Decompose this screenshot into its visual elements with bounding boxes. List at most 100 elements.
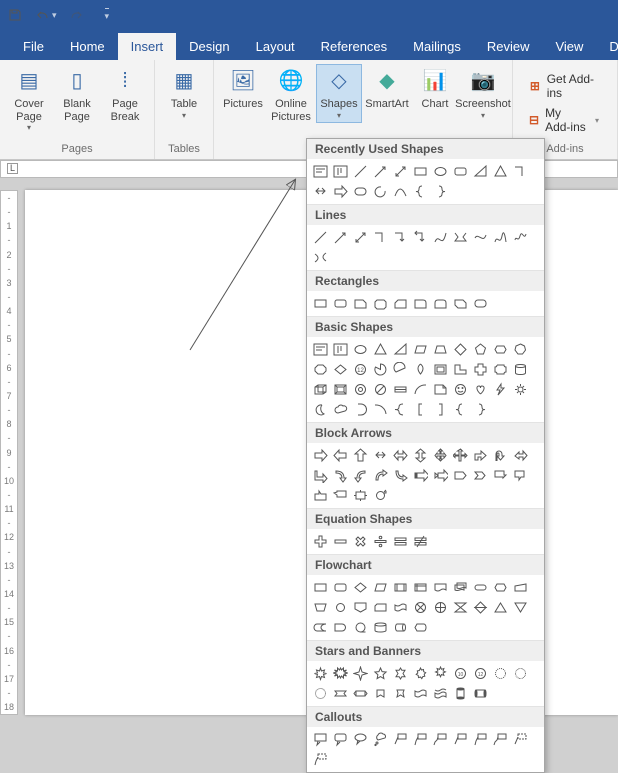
- shape-spiral[interactable]: [371, 182, 390, 201]
- shape-rect[interactable]: [411, 162, 430, 181]
- undo-icon[interactable]: ▾: [34, 8, 57, 22]
- shape-rrect[interactable]: [451, 162, 470, 181]
- shapes-button[interactable]: ◇Shapes▾: [316, 64, 362, 123]
- shape-minus[interactable]: [331, 532, 350, 551]
- shape-block[interactable]: [391, 380, 410, 399]
- shape-heart[interactable]: [471, 380, 490, 399]
- tab-file[interactable]: File: [10, 33, 57, 60]
- shape-neq[interactable]: [411, 532, 430, 551]
- shape-vscroll[interactable]: [451, 684, 470, 703]
- shape-fold[interactable]: [431, 380, 450, 399]
- shape-star12[interactable]: 12: [471, 664, 490, 683]
- shape-predef[interactable]: [391, 578, 410, 597]
- shape-stripe[interactable]: [411, 466, 430, 485]
- shape-manin[interactable]: [511, 578, 530, 597]
- page-break-button[interactable]: ⁞Page Break: [102, 64, 148, 126]
- tab-layout[interactable]: Layout: [243, 33, 308, 60]
- shape-line[interactable]: [351, 162, 370, 181]
- customize-qat-icon[interactable]: ▾: [103, 8, 110, 22]
- cover-page-button[interactable]: ▤Cover Page▾: [6, 64, 52, 135]
- shape-sumj[interactable]: [411, 598, 430, 617]
- shape-data[interactable]: [371, 578, 390, 597]
- shape-bent[interactable]: [471, 446, 490, 465]
- shape-rdiag[interactable]: [451, 294, 470, 313]
- shape-tri3[interactable]: [451, 446, 470, 465]
- shape-arc2[interactable]: [371, 400, 390, 419]
- shape-accent2[interactable]: [471, 730, 490, 749]
- shape-darrow[interactable]: [311, 182, 330, 201]
- shape-chord[interactable]: [391, 360, 410, 379]
- shape-lbrkt[interactable]: [411, 400, 430, 419]
- shape-plus[interactable]: [311, 532, 330, 551]
- shape-scribble[interactable]: [511, 228, 530, 247]
- shape-hept[interactable]: [511, 340, 530, 359]
- shape-wave[interactable]: [411, 684, 430, 703]
- shape-ribup[interactable]: [371, 684, 390, 703]
- shape-sort[interactable]: [471, 598, 490, 617]
- shape-seqstore[interactable]: [351, 618, 370, 637]
- shape-uturn[interactable]: [491, 446, 510, 465]
- get-addins-button[interactable]: ⊞Get Add-ins: [529, 72, 599, 100]
- shape-rect-co[interactable]: [311, 730, 330, 749]
- blank-page-button[interactable]: ▯Blank Page: [54, 64, 100, 126]
- shape-moon[interactable]: [311, 400, 330, 419]
- shape-hscroll[interactable]: [471, 684, 490, 703]
- shape-frame[interactable]: [431, 360, 450, 379]
- shape-curve3[interactable]: [471, 228, 490, 247]
- tab-review[interactable]: Review: [474, 33, 543, 60]
- chart-button[interactable]: 📊Chart: [412, 64, 458, 114]
- shape-elbowd[interactable]: [411, 228, 430, 247]
- shape-dec[interactable]: [331, 360, 350, 379]
- shape-curve[interactable]: [391, 182, 410, 201]
- shape-tri-r[interactable]: [471, 162, 490, 181]
- vertical-ruler[interactable]: --1-2-3-4-5-6-7-8-9-10-11-12-13-14-15-16…: [0, 190, 18, 715]
- shape-dcallout[interactable]: [511, 466, 530, 485]
- shape-lcallout[interactable]: [331, 486, 350, 505]
- smartart-button[interactable]: ◆SmartArt: [364, 64, 410, 114]
- shape-linearr[interactable]: [371, 162, 390, 181]
- shape-bevel[interactable]: [331, 380, 350, 399]
- ruler-tab-indicator[interactable]: L: [7, 163, 18, 174]
- shape-larrow[interactable]: [331, 446, 350, 465]
- shape-star4[interactable]: [351, 664, 370, 683]
- shape-tape[interactable]: [391, 598, 410, 617]
- shape-rarrow[interactable]: [311, 446, 330, 465]
- shape-curR[interactable]: [331, 466, 350, 485]
- online-pictures-button[interactable]: 🌐Online Pictures: [268, 64, 314, 126]
- shape-chevR[interactable]: [471, 466, 490, 485]
- shape-lup[interactable]: [511, 446, 530, 465]
- redo-icon[interactable]: [69, 8, 83, 22]
- shape-prep[interactable]: [491, 578, 510, 597]
- shape-eq[interactable]: [391, 532, 410, 551]
- shape-border1[interactable]: [511, 730, 530, 749]
- shape-can[interactable]: [511, 360, 530, 379]
- shape-ribup2[interactable]: [391, 684, 410, 703]
- shape-star10[interactable]: 10: [451, 664, 470, 683]
- shape-line3[interactable]: [431, 730, 450, 749]
- shape-border2[interactable]: [311, 750, 330, 769]
- shape-darrow[interactable]: [371, 446, 390, 465]
- screenshot-button[interactable]: 📷Screenshot▾: [460, 64, 506, 123]
- shape-cross[interactable]: [471, 360, 490, 379]
- shape-rbrace[interactable]: [471, 400, 490, 419]
- shape-oval-co[interactable]: [351, 730, 370, 749]
- shape-lbrace[interactable]: [451, 400, 470, 419]
- shape-arc[interactable]: [411, 380, 430, 399]
- shape-hex[interactable]: [491, 340, 510, 359]
- tab-mailings[interactable]: Mailings: [400, 33, 474, 60]
- shape-linearr[interactable]: [331, 228, 350, 247]
- shape-star5[interactable]: [371, 664, 390, 683]
- shape-tri-r[interactable]: [391, 340, 410, 359]
- shape-rcallout[interactable]: [491, 466, 510, 485]
- shape-rbrkt[interactable]: [351, 400, 370, 419]
- shape-proc[interactable]: [311, 578, 330, 597]
- pictures-button[interactable]: 🖼Pictures: [220, 64, 266, 114]
- tab-developer[interactable]: Devel: [596, 33, 618, 60]
- shape-connector[interactable]: [311, 248, 330, 267]
- shape-smile[interactable]: [451, 380, 470, 399]
- tab-view[interactable]: View: [542, 33, 596, 60]
- shape-textbox[interactable]: [311, 162, 330, 181]
- shape-vtext[interactable]: [331, 162, 350, 181]
- shape-doc[interactable]: [431, 578, 450, 597]
- shape-magdisk[interactable]: [371, 618, 390, 637]
